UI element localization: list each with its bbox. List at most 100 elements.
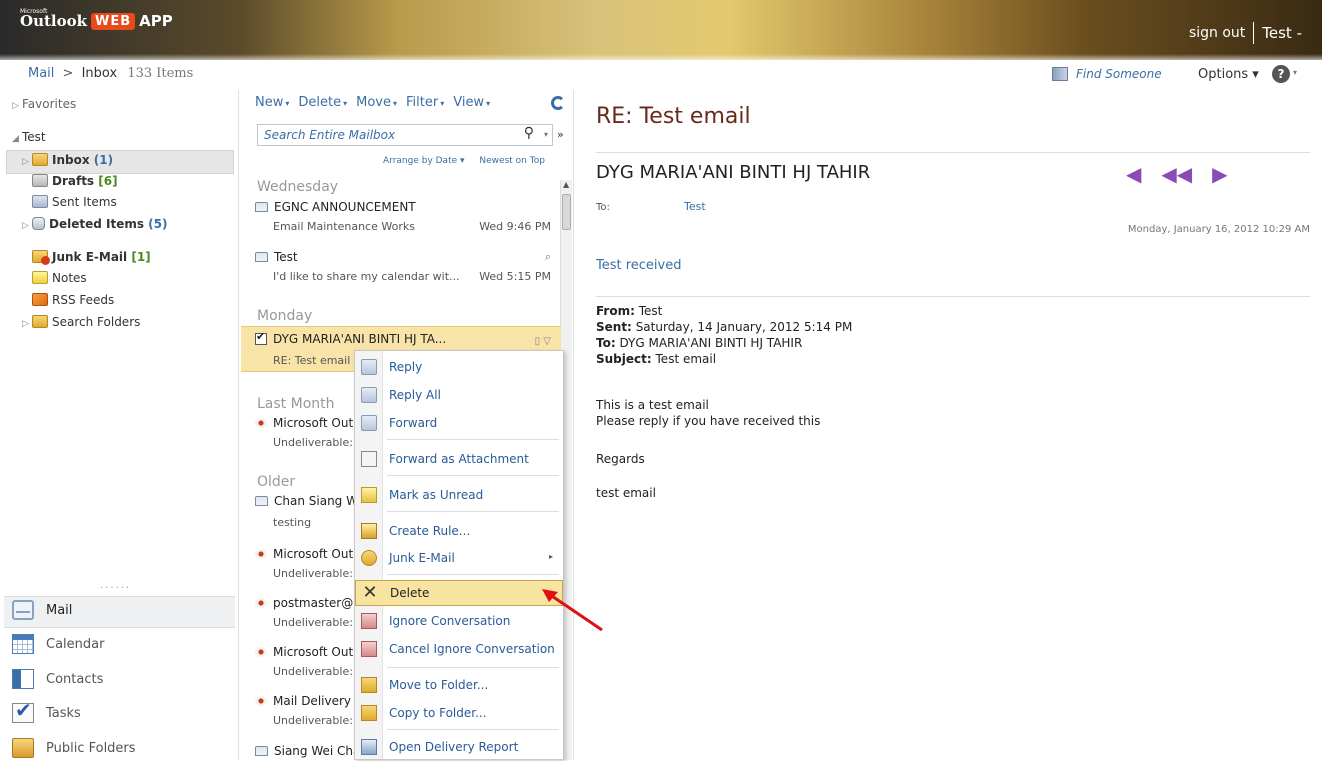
reply-all-icon[interactable]: ◀◀ — [1161, 162, 1192, 186]
new-button[interactable]: New ▾ — [255, 95, 289, 110]
menu-divider — [387, 475, 559, 476]
divider — [596, 296, 1310, 297]
quoted-from: From: Test — [596, 304, 663, 318]
breadcrumb-mail[interactable]: Mail — [28, 66, 54, 81]
options-menu[interactable]: Options ▾ — [1198, 67, 1259, 82]
menu-item-reply[interactable]: Reply — [355, 355, 563, 381]
list-item-sender[interactable]: Mail Delivery S — [255, 694, 362, 708]
checkbox-icon[interactable] — [255, 330, 267, 345]
list-item-sender[interactable]: Microsoft Outl — [255, 416, 357, 430]
menu-item-forward[interactable]: Forward — [355, 411, 563, 437]
to-recipient[interactable]: Test — [684, 200, 706, 213]
list-item-subject[interactable]: Email Maintenance Works — [273, 220, 415, 233]
scroll-up-icon[interactable]: ▲ — [563, 180, 569, 189]
sidebar-item-rss[interactable]: RSS Feeds — [32, 293, 114, 307]
menu-item-delete[interactable]: ✕ Delete — [355, 580, 563, 606]
list-item-sender[interactable]: DYG MARIA'ANI BINTI HJ TA... — [255, 330, 446, 346]
expand-icon[interactable]: ▷ — [22, 221, 32, 231]
filter-button[interactable]: Filter ▾ — [406, 95, 444, 110]
list-item-sender[interactable]: EGNC ANNOUNCEMENT — [255, 200, 416, 214]
list-item-date: Wed 5:15 PM — [479, 270, 551, 283]
chevron-down-icon[interactable]: ▾ — [544, 130, 548, 139]
list-item-subject[interactable]: Undeliverable: t — [273, 665, 361, 678]
arrange-by-date[interactable]: Arrange by Date ▾ — [383, 156, 465, 166]
list-item-sender[interactable]: Siang Wei Cha — [255, 744, 360, 758]
list-item-sender[interactable]: postmaster@n — [255, 596, 361, 610]
search-input[interactable]: Search Entire Mailbox ⚲ ▾ — [257, 124, 553, 146]
menu-item-mark-unread[interactable]: Mark as Unread — [355, 483, 563, 509]
menu-item-copy-folder[interactable]: Copy to Folder... — [355, 701, 563, 727]
menu-item-delivery-report[interactable]: Open Delivery Report — [355, 735, 563, 761]
list-item-sender[interactable]: Microsoft Outl — [255, 547, 357, 561]
arrange-bar: Arrange by Date ▾ Newest on Top — [383, 156, 545, 166]
sign-out-link[interactable]: sign out — [1189, 25, 1245, 41]
list-item-subject[interactable]: Undeliverable: T — [273, 436, 363, 449]
delete-button[interactable]: Delete ▾ — [298, 95, 347, 110]
chevron-down-icon[interactable]: ▾ — [1293, 68, 1297, 77]
rule-icon — [361, 523, 377, 539]
menu-item-move-folder[interactable]: Move to Folder... — [355, 673, 563, 699]
view-button[interactable]: View ▾ — [453, 95, 490, 110]
list-item-subject[interactable]: RE: Test email — [273, 354, 350, 367]
nav-mailbox-test[interactable]: ◢ Test — [12, 130, 46, 144]
menu-item-create-rule[interactable]: Create Rule... — [355, 519, 563, 545]
tasks-icon — [12, 698, 34, 723]
expand-icon[interactable]: ▷ — [12, 101, 22, 111]
refresh-icon[interactable] — [551, 96, 565, 110]
sidebar-item-inbox[interactable]: ▷ Inbox (1) — [22, 153, 113, 167]
list-item-subject[interactable]: Undeliverable: t — [273, 616, 361, 629]
help-icon[interactable]: ? — [1272, 65, 1290, 83]
expand-icon[interactable]: ▷ — [22, 157, 32, 167]
move-folder-icon — [361, 677, 377, 693]
module-calendar[interactable]: Calendar — [12, 634, 104, 654]
splitter-handle[interactable]: ...... — [100, 580, 131, 591]
menu-item-junk[interactable]: Junk E-Mail ▸ — [355, 546, 563, 572]
reading-pane: RE: Test email DYG MARIA'ANI BINTI HJ TA… — [578, 90, 1322, 760]
flag-icon[interactable]: ▯ ▽ — [535, 336, 551, 347]
sidebar-item-junk[interactable]: Junk E-Mail [1] — [32, 250, 151, 265]
sidebar-item-drafts[interactable]: Drafts [6] — [32, 174, 118, 188]
envelope-icon — [361, 487, 377, 503]
ignore-icon — [361, 613, 377, 629]
search-icon[interactable]: ⚲ — [524, 125, 534, 141]
sidebar-item-search-folders[interactable]: ▷ Search Folders — [22, 315, 140, 329]
expand-search-icon[interactable]: » — [557, 128, 564, 141]
scroll-thumb[interactable] — [562, 194, 571, 230]
body-line: This is a test email — [596, 398, 709, 412]
user-menu[interactable]: Test - — [1262, 24, 1302, 42]
sidebar-item-deleted[interactable]: ▷ Deleted Items (5) — [22, 217, 168, 231]
sidebar-item-sent[interactable]: Sent Items — [32, 195, 117, 209]
reply-icon[interactable]: ◀ — [1126, 162, 1141, 186]
move-button[interactable]: Move ▾ — [356, 95, 397, 110]
menu-item-forward-attachment[interactable]: Forward as Attachment — [355, 447, 563, 473]
list-item-sender[interactable]: Test — [255, 250, 298, 264]
nav-favorites[interactable]: ▷ Favorites — [12, 97, 76, 111]
module-public-folders[interactable]: Public Folders — [12, 738, 136, 758]
menu-item-ignore-conversation[interactable]: Ignore Conversation — [355, 609, 563, 635]
sidebar-item-notes[interactable]: Notes — [32, 271, 87, 285]
context-menu: Reply Reply All Forward Forward as Attac… — [354, 350, 564, 760]
collapse-icon[interactable]: ◢ — [12, 134, 22, 144]
list-item-subject[interactable]: Undeliverable: t — [273, 567, 361, 580]
list-item-sender[interactable]: Microsoft Outl — [255, 645, 357, 659]
find-someone[interactable]: Find Someone — [1052, 67, 1162, 81]
message-sender[interactable]: DYG MARIA'ANI BINTI HJ TAHIR — [596, 162, 870, 183]
forward-icon[interactable]: ▶ — [1212, 162, 1227, 186]
menu-item-cancel-ignore[interactable]: Cancel Ignore Conversation — [355, 637, 563, 663]
list-item-subject[interactable]: Undeliverable: t — [273, 714, 361, 727]
reply-icon — [361, 359, 377, 375]
list-item-sender[interactable]: Chan Siang We — [255, 494, 365, 508]
module-tasks[interactable]: Tasks — [12, 698, 81, 723]
sort-order[interactable]: Newest on Top — [479, 156, 545, 166]
module-mail[interactable]: Mail — [12, 600, 72, 620]
sent-folder-icon — [32, 195, 48, 208]
list-item-subject[interactable]: I'd like to share my calendar wit... — [273, 270, 460, 283]
menu-item-reply-all[interactable]: Reply All — [355, 383, 563, 409]
module-contacts[interactable]: Contacts — [12, 669, 103, 689]
list-item-subject[interactable]: testing — [273, 516, 311, 529]
expand-icon[interactable]: ▷ — [22, 319, 32, 329]
message-actions: ◀ ◀◀ ▶ — [1126, 162, 1228, 186]
submenu-arrow-icon: ▸ — [548, 552, 553, 561]
divider — [1253, 22, 1255, 44]
menu-divider — [387, 729, 559, 730]
